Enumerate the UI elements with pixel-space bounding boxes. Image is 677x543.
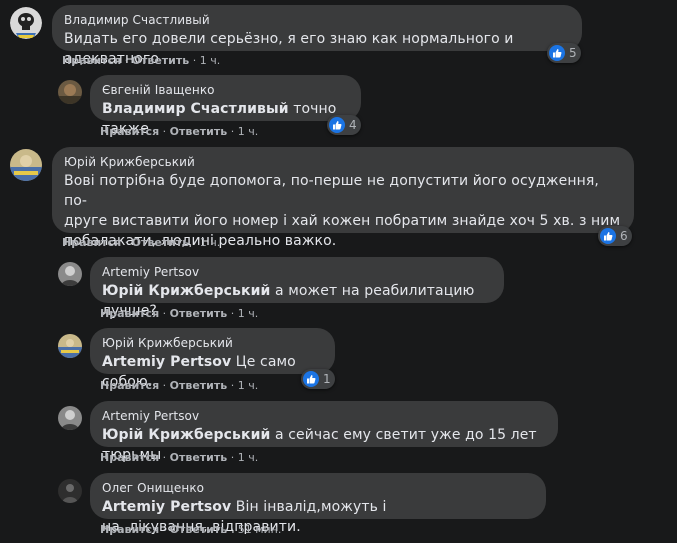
- comment-actions: Нравится · Ответить · 1 ч.: [100, 125, 258, 139]
- mention-link[interactable]: Владимир Счастливый: [102, 101, 289, 117]
- comment-text-line: друге виставити його номер і хай кожен п…: [64, 213, 621, 229]
- comment-bubble: Юрій Крижберський Artemiy Pertsov Це сам…: [90, 328, 335, 390]
- reply-button[interactable]: Ответить: [170, 379, 228, 392]
- like-button[interactable]: Нравится: [100, 451, 159, 464]
- comment-actions: Нравится · Ответить · 1 ч.: [100, 379, 258, 393]
- like-icon: [303, 371, 319, 387]
- mention-link[interactable]: Юрій Крижберський: [102, 427, 270, 443]
- comment-bubble: Євгеній Іващенко Владимир Счастливый точ…: [90, 75, 361, 137]
- avatar[interactable]: [58, 334, 82, 358]
- reaction-number: 4: [349, 118, 357, 132]
- reaction-count[interactable]: 5: [547, 43, 581, 63]
- comment-bubble: Artemiy Pertsov Юрій Крижберський а сейч…: [90, 401, 558, 463]
- avatar-skull-icon: [10, 7, 42, 39]
- timestamp[interactable]: 1 ч.: [200, 236, 221, 249]
- comment-actions: Нравится · Ответить · 1 ч.: [62, 54, 220, 68]
- timestamp[interactable]: 1 ч.: [238, 125, 259, 138]
- comment-actions: Нравится · Ответить · 51 мин.: [100, 523, 281, 537]
- separator-dot: ·: [162, 379, 167, 392]
- like-button[interactable]: Нравится: [100, 379, 159, 392]
- like-button[interactable]: Нравится: [62, 54, 121, 67]
- comment-text-line: Вові потрібна буде допомога, по-перше не…: [64, 173, 599, 209]
- separator-dot: ·: [230, 379, 235, 392]
- separator-dot: ·: [230, 125, 235, 138]
- comment-author[interactable]: Artemiy Pertsov: [102, 264, 492, 280]
- mention-link[interactable]: Artemiy Pertsov: [102, 354, 231, 370]
- like-button[interactable]: Нравится: [100, 125, 159, 138]
- comment-author[interactable]: Євгеній Іващенко: [102, 82, 349, 98]
- comment-actions: Нравится · Ответить · 1 ч.: [100, 307, 258, 321]
- comment-author[interactable]: Юрій Крижберський: [102, 335, 323, 351]
- reply-button[interactable]: Ответить: [132, 54, 190, 67]
- comment-bubble: Олег Онищенко Artemiy Pertsov Він інвалі…: [90, 473, 546, 535]
- avatar-photo-icon: [58, 479, 82, 503]
- avatar[interactable]: [58, 479, 82, 503]
- separator-dot: ·: [230, 451, 235, 464]
- comment-author[interactable]: Олег Онищенко: [102, 480, 534, 496]
- timestamp[interactable]: 1 ч.: [200, 54, 221, 67]
- comment-bubble: Владимир Счастливый Видать его довели се…: [52, 5, 582, 67]
- separator-dot: ·: [192, 236, 197, 249]
- timestamp[interactable]: 51 мин.: [238, 523, 282, 536]
- comment-author[interactable]: Владимир Счастливый: [64, 12, 570, 28]
- reply-button[interactable]: Ответить: [132, 236, 190, 249]
- comment-actions: Нравится · Ответить · 1 ч.: [100, 451, 258, 465]
- separator-dot: ·: [162, 523, 167, 536]
- timestamp[interactable]: 1 ч.: [238, 307, 259, 320]
- avatar[interactable]: [58, 262, 82, 286]
- reaction-count[interactable]: 4: [327, 115, 361, 135]
- mention-link[interactable]: Юрій Крижберський: [102, 283, 270, 299]
- timestamp[interactable]: 1 ч.: [238, 451, 259, 464]
- like-button[interactable]: Нравится: [100, 307, 159, 320]
- like-button[interactable]: Нравится: [62, 236, 121, 249]
- separator-dot: ·: [230, 523, 235, 536]
- mention-link[interactable]: Artemiy Pertsov: [102, 499, 231, 515]
- reaction-number: 6: [620, 229, 628, 243]
- reply-button[interactable]: Ответить: [170, 451, 228, 464]
- separator-dot: ·: [124, 236, 129, 249]
- separator-dot: ·: [230, 307, 235, 320]
- avatar[interactable]: [10, 149, 42, 181]
- avatar[interactable]: [58, 80, 82, 104]
- avatar-photo-icon: [58, 406, 82, 430]
- comment-author[interactable]: Artemiy Pertsov: [102, 408, 546, 424]
- avatar[interactable]: [58, 406, 82, 430]
- reply-button[interactable]: Ответить: [170, 307, 228, 320]
- comment-actions: Нравится · Ответить · 1 ч.: [62, 236, 220, 250]
- separator-dot: ·: [162, 307, 167, 320]
- reaction-count[interactable]: 1: [301, 369, 335, 389]
- reaction-count[interactable]: 6: [598, 226, 632, 246]
- like-icon: [549, 45, 565, 61]
- separator-dot: ·: [162, 125, 167, 138]
- like-button[interactable]: Нравится: [100, 523, 159, 536]
- like-icon: [600, 228, 616, 244]
- comment-author[interactable]: Юрій Крижберський: [64, 154, 622, 170]
- avatar-photo-icon: [58, 334, 82, 358]
- avatar-photo-icon: [10, 149, 42, 181]
- avatar[interactable]: [10, 7, 42, 39]
- reply-button[interactable]: Ответить: [170, 523, 228, 536]
- like-icon: [329, 117, 345, 133]
- separator-dot: ·: [124, 54, 129, 67]
- reaction-number: 1: [323, 372, 331, 386]
- separator-dot: ·: [162, 451, 167, 464]
- reaction-number: 5: [569, 46, 577, 60]
- comment-bubble: Юрій Крижберський Вові потрібна буде доп…: [52, 147, 634, 249]
- timestamp[interactable]: 1 ч.: [238, 379, 259, 392]
- avatar-photo-icon: [58, 262, 82, 286]
- separator-dot: ·: [192, 54, 197, 67]
- avatar-photo-icon: [58, 80, 82, 104]
- comment-bubble: Artemiy Pertsov Юрій Крижберський а може…: [90, 257, 504, 319]
- reply-button[interactable]: Ответить: [170, 125, 228, 138]
